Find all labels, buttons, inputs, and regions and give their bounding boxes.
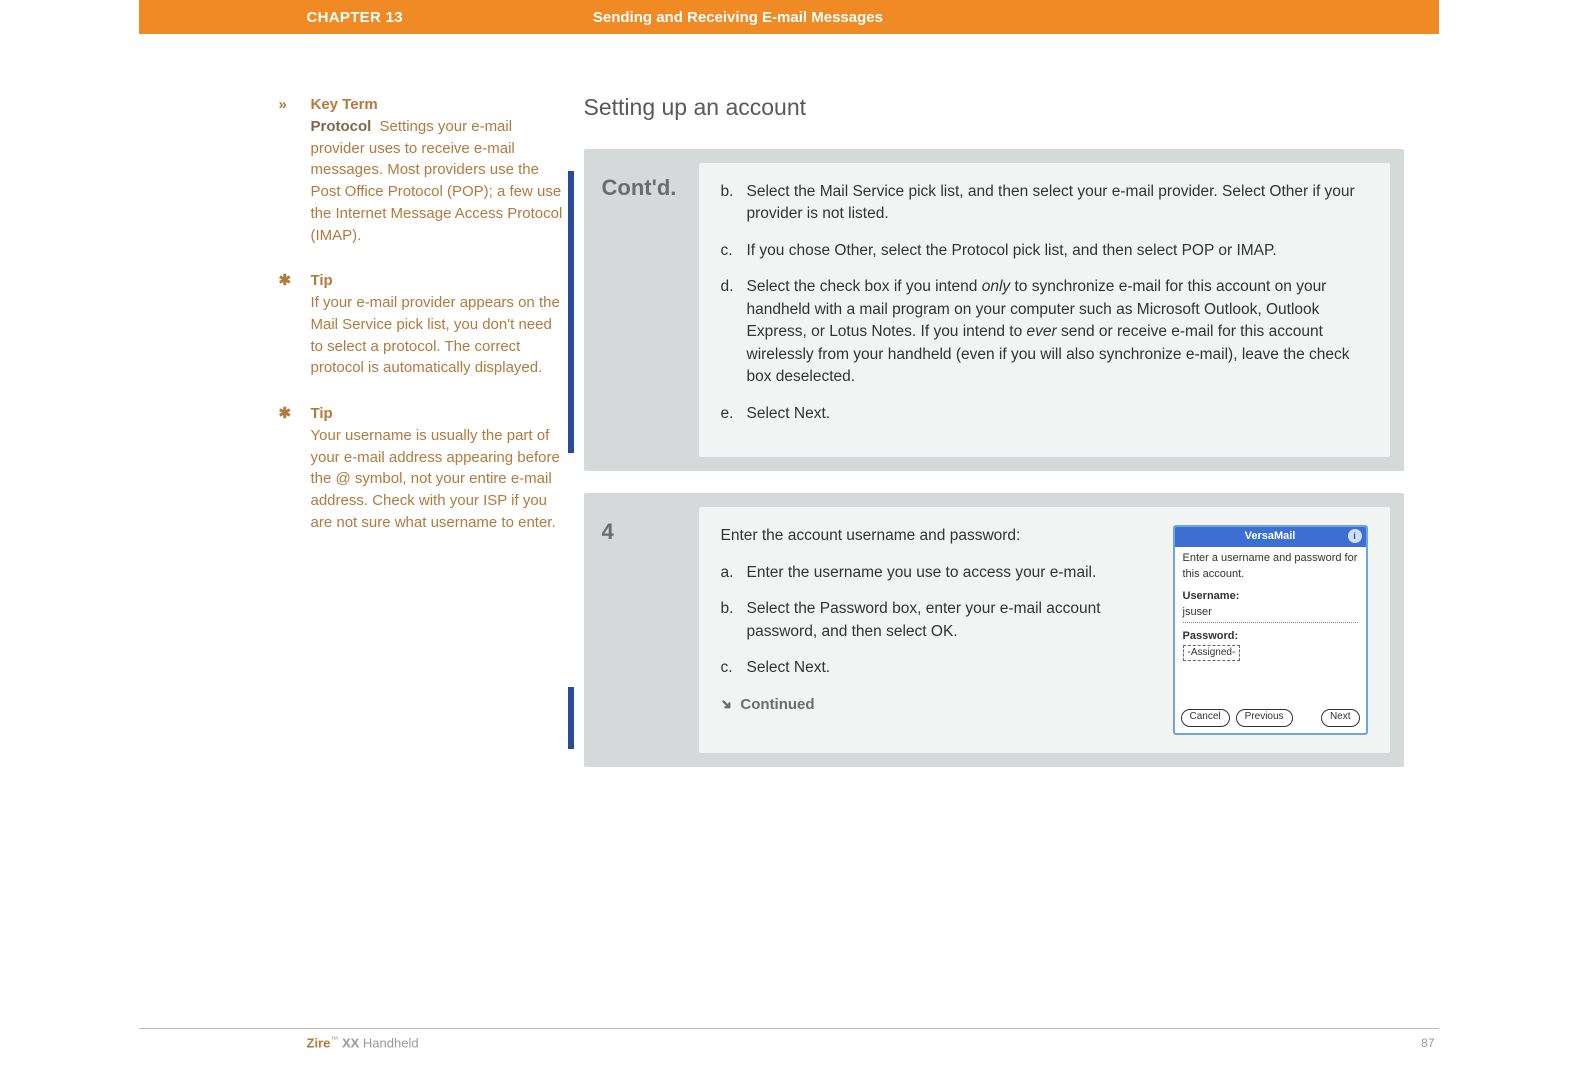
sidebar-body: If your e-mail provider appears on the M… bbox=[311, 294, 560, 376]
blue-edge-bar bbox=[568, 171, 574, 453]
versamail-titlebar: VersaMail i bbox=[1175, 527, 1366, 547]
step-label-contd: Cont'd. bbox=[584, 163, 699, 457]
item-letter: e. bbox=[721, 403, 739, 425]
blue-edge-bar bbox=[568, 687, 574, 749]
list-item: b. Select the Mail Service pick list, an… bbox=[721, 181, 1368, 226]
item-letter: b. bbox=[721, 598, 739, 643]
section-title: Setting up an account bbox=[584, 94, 1419, 121]
chapter-number: CHAPTER 13 bbox=[307, 9, 403, 26]
versamail-screenshot: VersaMail i Enter a username and passwor… bbox=[1173, 525, 1368, 735]
item-text: Select the Password box, enter your e-ma… bbox=[747, 598, 1153, 643]
list-item: e. Select Next. bbox=[721, 403, 1368, 425]
sidebar-tip-2: ✱ Tip Your username is usually the part … bbox=[279, 403, 564, 534]
item-text: Select Next. bbox=[747, 657, 831, 679]
username-label: Username: bbox=[1183, 589, 1358, 605]
item-text: Select the Mail Service pick list, and t… bbox=[747, 181, 1368, 226]
password-field[interactable]: -Assigned- bbox=[1183, 645, 1241, 662]
previous-button[interactable]: Previous bbox=[1236, 709, 1293, 727]
info-icon[interactable]: i bbox=[1348, 529, 1362, 543]
chevron-icon: » bbox=[279, 94, 287, 116]
versamail-prompt: Enter a username and password for this a… bbox=[1183, 551, 1358, 583]
next-button[interactable]: Next bbox=[1321, 709, 1360, 727]
step-card-contd: Cont'd. b. Select the Mail Service pick … bbox=[584, 149, 1404, 471]
list-item: b. Select the Password box, enter your e… bbox=[721, 598, 1153, 643]
asterisk-icon: ✱ bbox=[279, 403, 292, 425]
username-field[interactable]: jsuser bbox=[1183, 605, 1358, 623]
list-item: a. Enter the username you use to access … bbox=[721, 562, 1153, 584]
list-item: d. Select the check box if you intend on… bbox=[721, 276, 1368, 388]
asterisk-icon: ✱ bbox=[279, 270, 292, 292]
item-text: Select the check box if you intend only … bbox=[747, 276, 1368, 388]
sidebar-body: Your username is usually the part of you… bbox=[311, 427, 560, 531]
sidebar-label: Tip bbox=[311, 272, 333, 289]
item-letter: c. bbox=[721, 657, 739, 679]
chapter-header: CHAPTER 13 Sending and Receiving E-mail … bbox=[139, 0, 1439, 34]
item-text: Enter the username you use to access you… bbox=[747, 562, 1097, 584]
password-label: Password: bbox=[1183, 629, 1358, 645]
versamail-title: VersaMail bbox=[1245, 530, 1296, 542]
continued-indicator: ➜ Continued bbox=[721, 694, 1153, 716]
sidebar: » Key Term Protocol Settings your e-mail… bbox=[279, 94, 584, 558]
footer-product: Zire™ XX Handheld bbox=[307, 1035, 419, 1050]
sidebar-body: Settings your e-mail provider uses to re… bbox=[311, 118, 563, 244]
item-text: If you chose Other, select the Protocol … bbox=[747, 240, 1277, 262]
sidebar-label: Tip bbox=[311, 405, 333, 422]
sidebar-label: Key Term bbox=[311, 96, 378, 113]
step-number-4: 4 bbox=[584, 507, 699, 753]
item-letter: a. bbox=[721, 562, 739, 584]
page-footer: Zire™ XX Handheld 87 bbox=[139, 1028, 1439, 1050]
item-letter: c. bbox=[721, 240, 739, 262]
list-item: c. Select Next. bbox=[721, 657, 1153, 679]
sidebar-key-term: » Key Term Protocol Settings your e-mail… bbox=[279, 94, 564, 246]
key-term-word: Protocol bbox=[311, 118, 372, 135]
list-item: c. If you chose Other, select the Protoc… bbox=[721, 240, 1368, 262]
chapter-title: Sending and Receiving E-mail Messages bbox=[593, 9, 883, 26]
page-number: 87 bbox=[1421, 1036, 1434, 1050]
item-letter: b. bbox=[721, 181, 739, 226]
main-content: Setting up an account Cont'd. b. Select … bbox=[584, 94, 1439, 789]
arrow-down-right-icon: ➜ bbox=[715, 692, 738, 715]
sidebar-tip-1: ✱ Tip If your e-mail provider appears on… bbox=[279, 270, 564, 379]
item-text: Select Next. bbox=[747, 403, 831, 425]
item-letter: d. bbox=[721, 276, 739, 388]
cancel-button[interactable]: Cancel bbox=[1181, 709, 1230, 727]
step4-intro: Enter the account username and password: bbox=[721, 525, 1153, 547]
step-card-4: 4 Enter the account username and passwor… bbox=[584, 493, 1404, 767]
